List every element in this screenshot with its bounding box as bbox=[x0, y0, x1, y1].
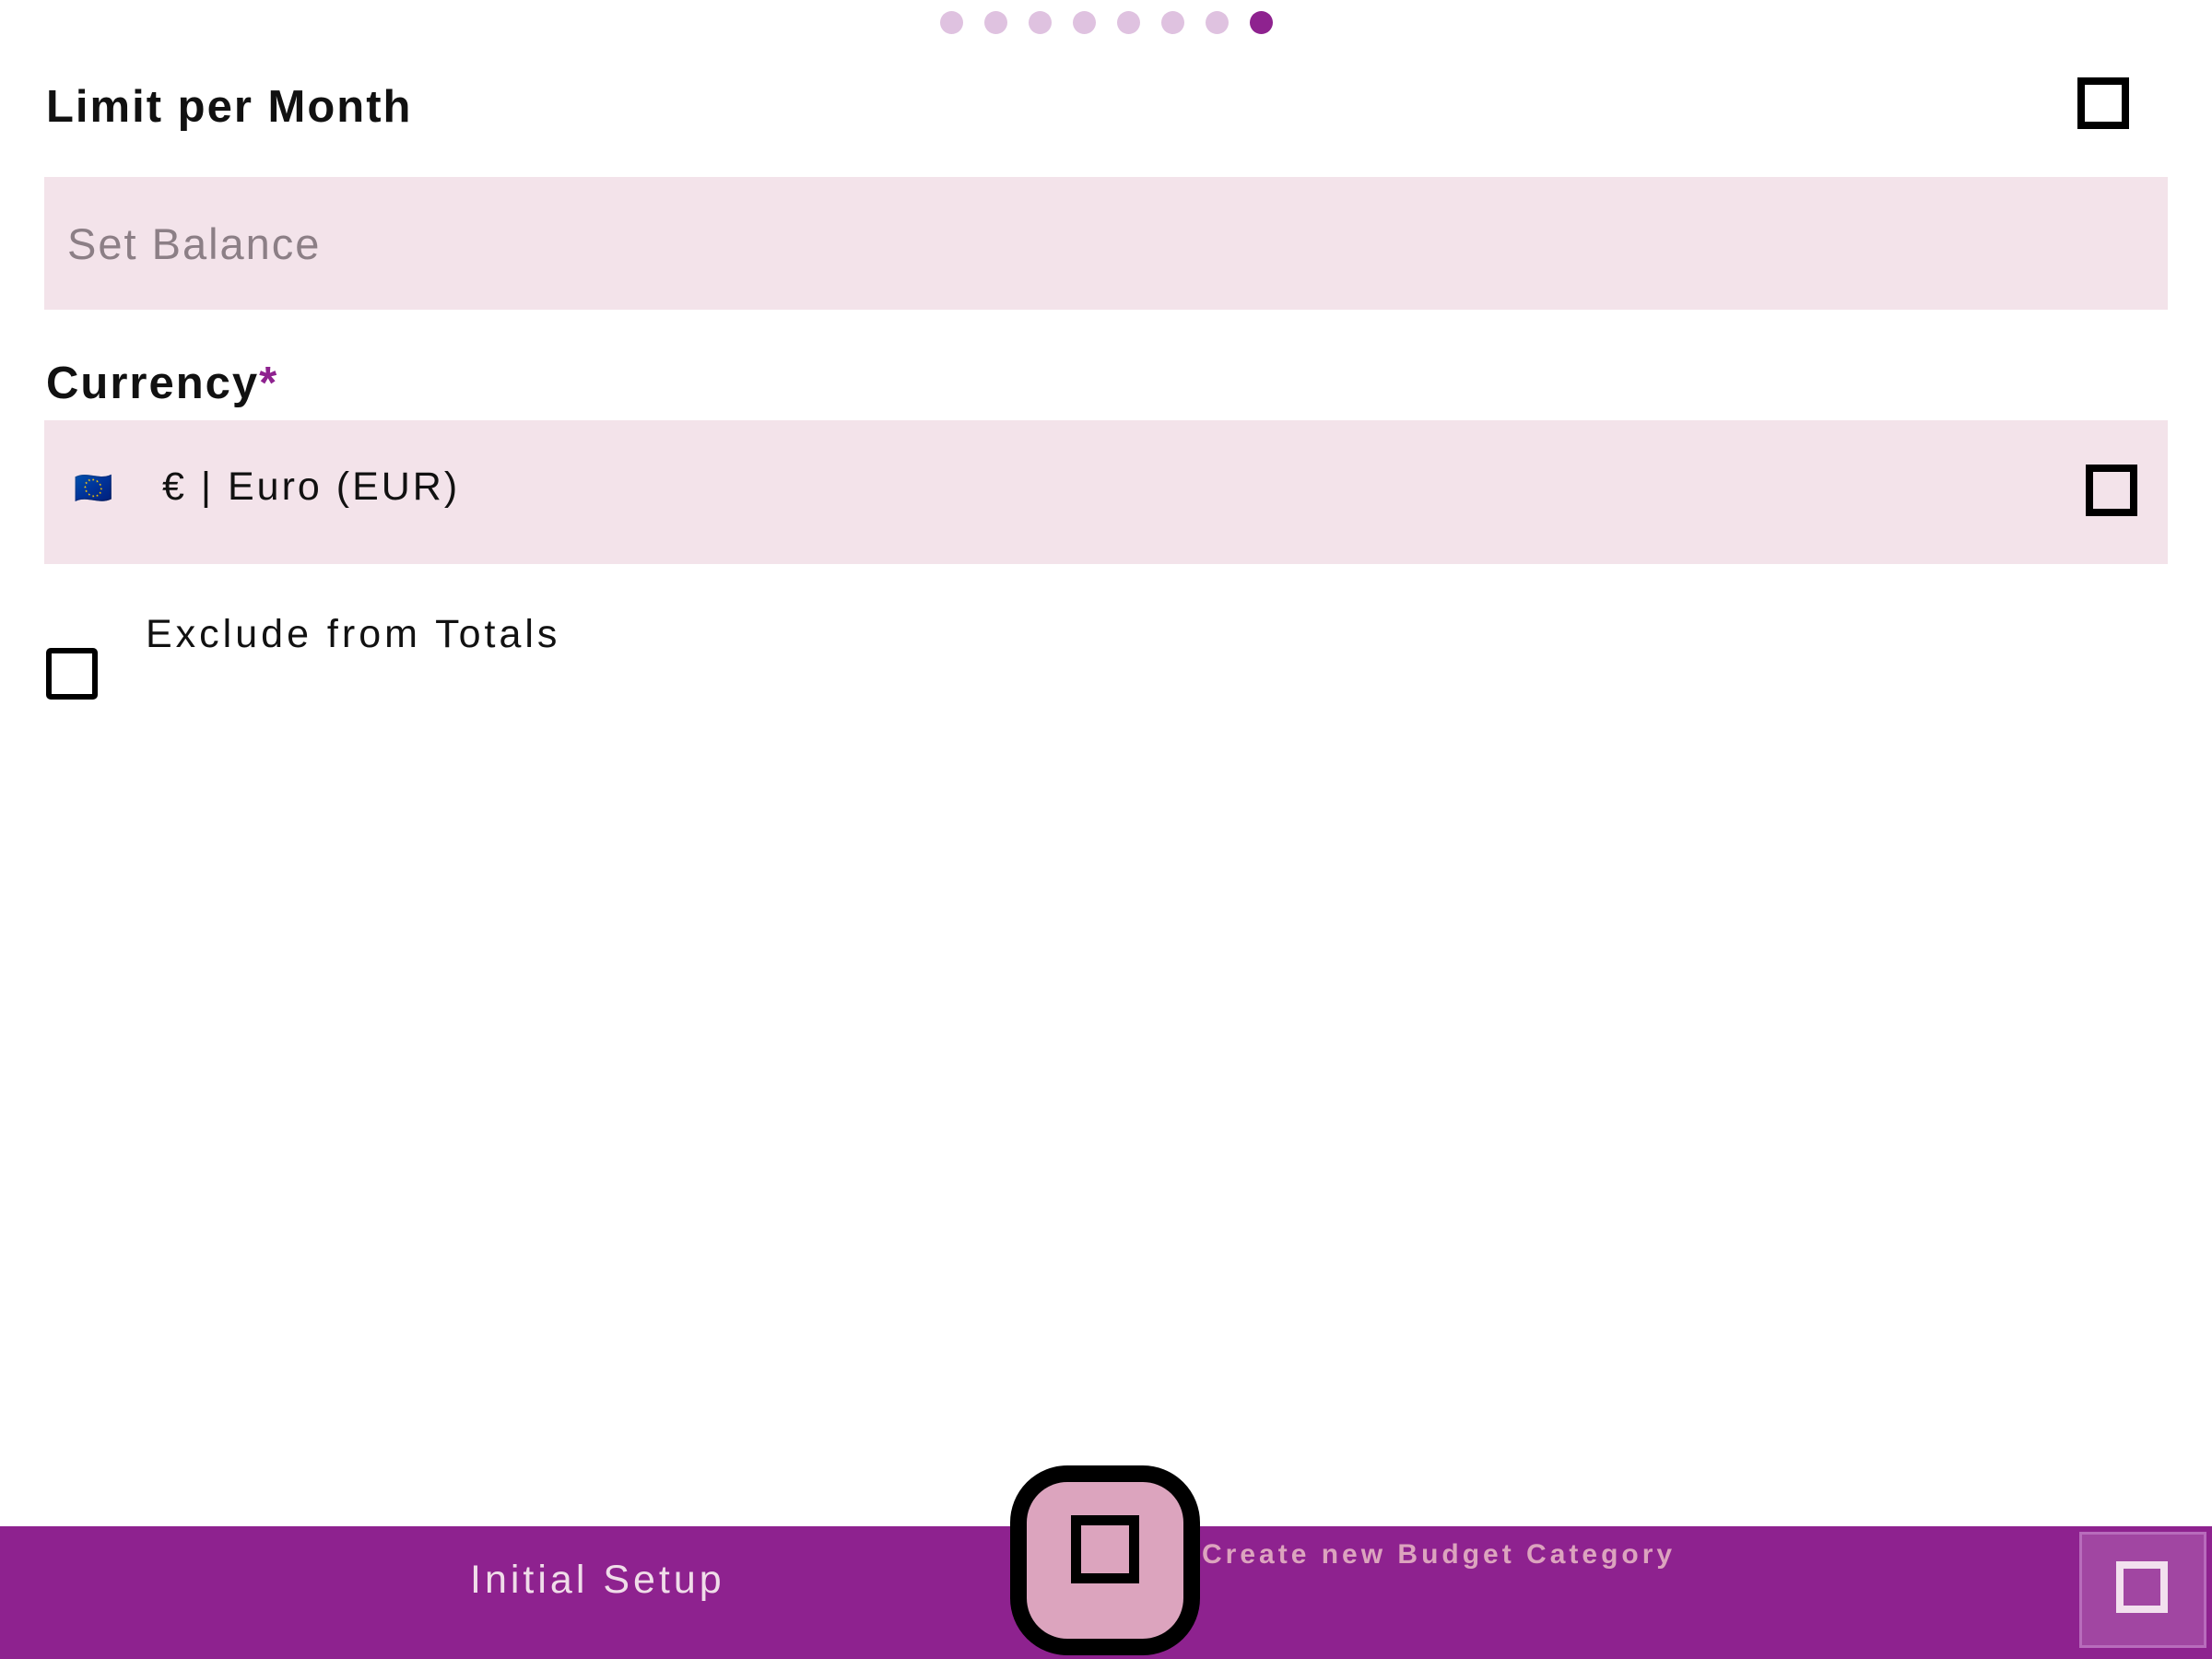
fab-caption: Create new Budget Category bbox=[1202, 1539, 1677, 1570]
pagination-dot[interactable] bbox=[1206, 11, 1229, 34]
currency-value: € | Euro (EUR) bbox=[162, 465, 461, 509]
pagination-dot-active[interactable] bbox=[1250, 11, 1273, 34]
pagination-dot[interactable] bbox=[1073, 11, 1096, 34]
pagination-dot[interactable] bbox=[1029, 11, 1052, 34]
balance-field[interactable] bbox=[44, 177, 2168, 310]
currency-select[interactable]: 🇪🇺 € | Euro (EUR) bbox=[44, 420, 2168, 564]
pagination-dot[interactable] bbox=[1117, 11, 1140, 34]
dropdown-icon[interactable] bbox=[2086, 465, 2137, 516]
pagination-dots bbox=[940, 11, 1273, 34]
exclude-from-totals-checkbox[interactable] bbox=[46, 648, 98, 700]
limit-toggle-icon[interactable] bbox=[2077, 77, 2129, 129]
add-icon[interactable] bbox=[1071, 1515, 1139, 1583]
limit-per-month-label: Limit per Month bbox=[46, 82, 413, 132]
required-asterisk: * bbox=[259, 359, 279, 408]
bottom-bar-title: Initial Setup bbox=[470, 1558, 725, 1602]
square-icon bbox=[2116, 1561, 2168, 1613]
pagination-dot[interactable] bbox=[940, 11, 963, 34]
set-balance-input[interactable] bbox=[67, 177, 2141, 310]
exclude-from-totals-label: Exclude from Totals bbox=[146, 612, 561, 656]
currency-label-text: Currency bbox=[46, 359, 260, 408]
pagination-dot[interactable] bbox=[1161, 11, 1184, 34]
eu-flag-icon: 🇪🇺 bbox=[74, 471, 115, 506]
currency-label: Currency* bbox=[46, 358, 278, 409]
app-screen: Limit per Month Currency* 🇪🇺 € | Euro (E… bbox=[0, 0, 2212, 1659]
pagination-dot[interactable] bbox=[984, 11, 1007, 34]
